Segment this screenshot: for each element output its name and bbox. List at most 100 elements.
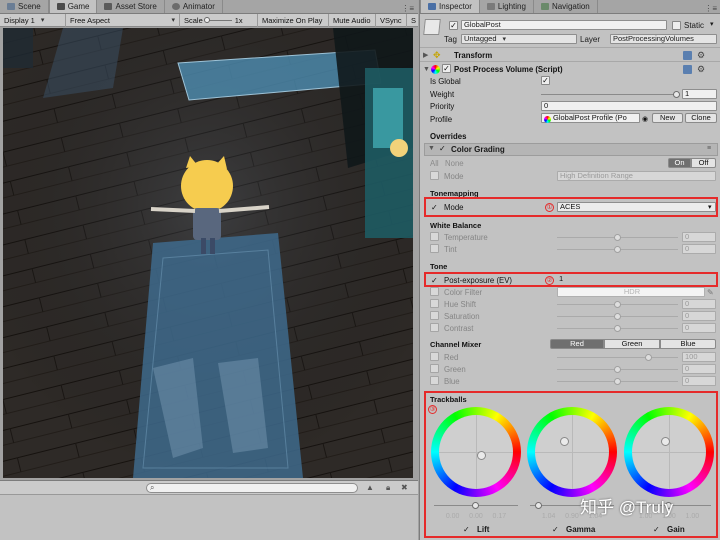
contrast-override[interactable] [430, 323, 439, 332]
tint-slider[interactable] [557, 246, 678, 253]
temperature-slider-knob[interactable] [614, 234, 621, 241]
mixer-blue-field[interactable]: 0 [682, 376, 716, 386]
error-icon[interactable]: ✖ [401, 483, 408, 492]
tonemapping-mode-dropdown[interactable]: ACES [557, 202, 716, 212]
tab-asset-store[interactable]: Asset Store [97, 0, 165, 13]
scale-slider[interactable] [203, 16, 232, 23]
color-filter-override[interactable] [430, 287, 439, 296]
gamma-override[interactable]: ✓ [552, 525, 559, 534]
gamma-offset-knob[interactable] [535, 502, 542, 509]
mixer-green-slider[interactable] [557, 366, 678, 373]
hue-shift-slider-knob[interactable] [614, 301, 621, 308]
settings-icon[interactable]: ⚙ [697, 64, 705, 75]
on-toggle[interactable]: On [668, 158, 691, 168]
priority-field[interactable]: 0 [541, 101, 717, 111]
eyedropper-icon[interactable]: ✎ [707, 288, 714, 297]
trackball-handle-gain[interactable] [661, 437, 670, 446]
tm-mode-override-checkbox[interactable]: ✓ [431, 203, 438, 212]
tint-override[interactable] [430, 244, 439, 253]
post-exposure-override-checkbox[interactable]: ✓ [431, 276, 438, 285]
mixer-green-override[interactable] [430, 364, 439, 373]
tab-animator[interactable]: Animator [165, 0, 223, 13]
trackball-handle-gamma[interactable] [560, 437, 569, 446]
tab-navigation[interactable]: Navigation [534, 0, 598, 13]
mixer-blue-slider-knob[interactable] [614, 378, 621, 385]
tint-field[interactable]: 0 [682, 244, 716, 254]
stats-toggle[interactable]: S [407, 14, 418, 27]
game-view[interactable] [3, 28, 413, 478]
mixer-blue-override[interactable] [430, 376, 439, 385]
contrast-field[interactable]: 0 [682, 323, 716, 333]
color-grading-header[interactable]: ▼ ✓ Color Grading ≡ [424, 143, 718, 156]
lock-icon[interactable]: 🔒︎ [386, 483, 390, 493]
profile-field[interactable]: GlobalPost Profile (Po [541, 113, 640, 123]
hue-shift-slider[interactable] [557, 301, 678, 308]
ppv-header[interactable]: ▼ ✓ Post Process Volume (Script) ⚙ [420, 63, 720, 75]
help-icon[interactable] [683, 64, 692, 74]
contrast-slider-knob[interactable] [614, 325, 621, 332]
static-dropdown-icon[interactable]: ▾ [710, 20, 714, 28]
mixer-green-field[interactable]: 0 [682, 364, 716, 374]
transform-header[interactable]: ▶ ✥ Transform ⚙ [420, 49, 720, 61]
gain-override[interactable]: ✓ [653, 525, 660, 534]
weight-slider-knob[interactable] [673, 91, 680, 98]
hue-shift-override[interactable] [430, 299, 439, 308]
mute-audio-toggle[interactable]: Mute Audio [329, 13, 376, 27]
effect-menu-icon[interactable]: ≡ [707, 145, 711, 152]
saturation-field[interactable]: 0 [682, 311, 716, 321]
layer-dropdown[interactable]: PostProcessingVolumes [610, 34, 717, 44]
object-name-field[interactable]: GlobalPost [461, 20, 667, 30]
tab-inspector[interactable]: Inspector [420, 0, 480, 13]
temperature-field[interactable]: 0 [682, 232, 716, 242]
clone-button[interactable]: Clone [685, 113, 717, 123]
mixer-red-field[interactable]: 100 [682, 352, 716, 362]
post-exposure-field[interactable]: 1 [557, 275, 716, 285]
channel-tab-blue[interactable]: Blue [660, 339, 716, 349]
color-grading-enabled-checkbox[interactable]: ✓ [439, 144, 446, 153]
channel-tab-red[interactable]: Red [550, 339, 604, 349]
vsync-toggle[interactable]: VSync [376, 13, 407, 27]
lift-offset-knob[interactable] [472, 502, 479, 509]
hue-shift-field[interactable]: 0 [682, 299, 716, 309]
panel-menu-icon[interactable]: ⋮≡ [397, 4, 418, 13]
tab-game[interactable]: Game [48, 0, 98, 13]
color-filter-swatch[interactable]: HDR [557, 287, 705, 297]
lift-offset-slider[interactable] [434, 502, 518, 509]
aspect-dropdown[interactable]: Free Aspect [66, 13, 180, 27]
contrast-slider[interactable] [557, 325, 678, 332]
tab-lighting[interactable]: Lighting [480, 0, 534, 13]
tag-dropdown[interactable]: Untagged [461, 34, 577, 44]
lift-override[interactable]: ✓ [463, 525, 470, 534]
saturation-override[interactable] [430, 311, 439, 320]
temperature-slider[interactable] [557, 234, 678, 241]
tab-scene[interactable]: Scene [0, 0, 49, 13]
maximize-on-play-toggle[interactable]: Maximize On Play [258, 13, 329, 27]
active-checkbox[interactable]: ✓ [449, 21, 458, 30]
none-button[interactable]: None [445, 159, 464, 168]
object-picker-icon[interactable]: ◉ [642, 115, 648, 123]
grading-mode-override[interactable] [430, 171, 439, 180]
mixer-green-slider-knob[interactable] [614, 366, 621, 373]
saturation-slider-knob[interactable] [614, 313, 621, 320]
new-button[interactable]: New [652, 113, 683, 123]
settings-icon[interactable]: ⚙ [697, 50, 705, 61]
grading-mode-dropdown[interactable]: High Definition Range [557, 171, 716, 181]
static-checkbox[interactable] [672, 21, 681, 30]
off-toggle[interactable]: Off [691, 158, 716, 168]
mixer-red-override[interactable] [430, 352, 439, 361]
saturation-slider[interactable] [557, 313, 678, 320]
weight-field[interactable]: 1 [682, 89, 717, 99]
mixer-blue-slider[interactable] [557, 378, 678, 385]
temperature-override[interactable] [430, 232, 439, 241]
weight-slider[interactable] [541, 91, 680, 98]
all-button[interactable]: All [430, 159, 439, 168]
tint-slider-knob[interactable] [614, 246, 621, 253]
help-icon[interactable] [683, 50, 692, 60]
channel-tab-green[interactable]: Green [604, 339, 660, 349]
is-global-checkbox[interactable]: ✓ [541, 76, 550, 85]
trackball-handle-lift[interactable] [477, 451, 486, 460]
mixer-red-slider-knob[interactable] [645, 354, 652, 361]
inspector-menu-icon[interactable]: ⋮≡ [700, 4, 720, 13]
display-dropdown[interactable]: Display 1 [0, 13, 66, 27]
mixer-red-slider[interactable] [557, 354, 678, 361]
